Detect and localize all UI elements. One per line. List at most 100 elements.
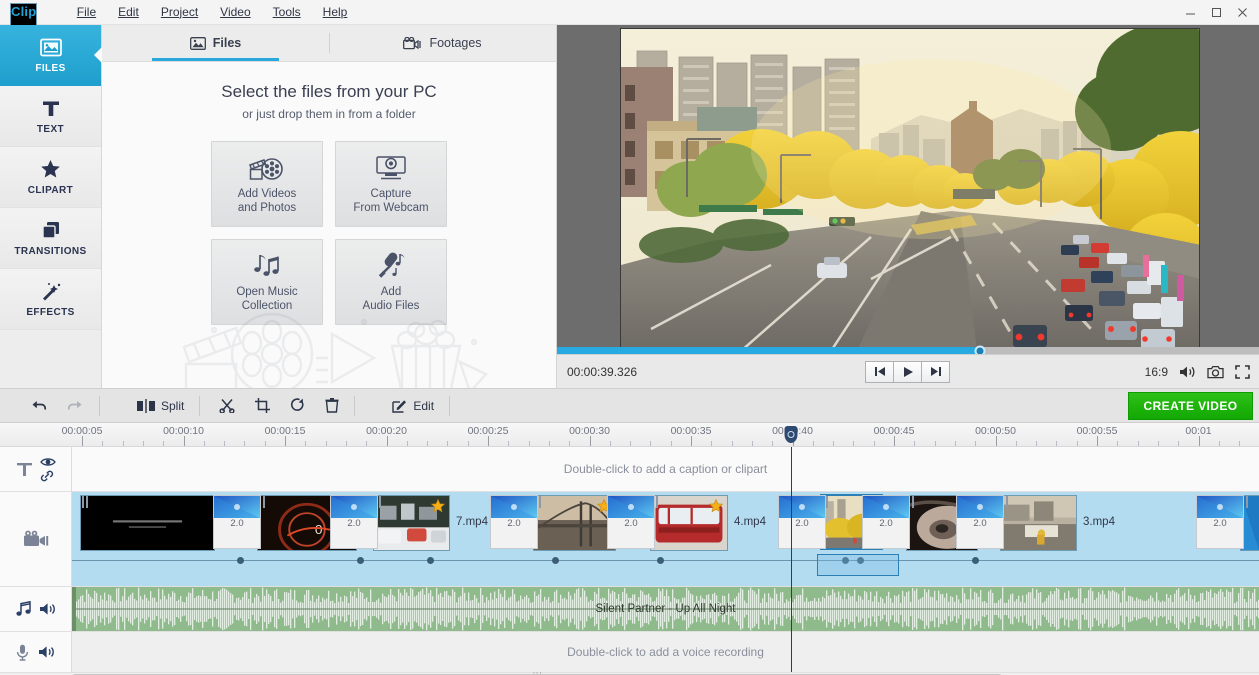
menu-video[interactable]: Video (211, 2, 259, 22)
caption-placeholder: Double-click to add a caption or clipart (563, 462, 768, 476)
files-headline: Select the files from your PC (221, 82, 437, 101)
text-t-icon (41, 97, 61, 119)
ruler-tick (488, 436, 489, 446)
toolbar-separator-3 (354, 395, 356, 416)
voice-track-body[interactable]: Double-click to add a voice recording (72, 632, 1259, 672)
add-videos-and-photos-button[interactable]: Add Videos and Photos (211, 141, 323, 227)
volume-keypoint[interactable] (357, 557, 364, 564)
undo-button[interactable] (22, 392, 55, 419)
video-clip[interactable] (650, 495, 728, 551)
volume-keypoint[interactable] (552, 557, 559, 564)
clip-volume-line[interactable] (72, 560, 1259, 561)
maximize-icon[interactable] (1203, 2, 1229, 24)
video-clip[interactable] (533, 495, 616, 551)
music-track-body[interactable]: Silent Partner - Up All Night (72, 587, 1259, 631)
track-text: Double-click to add a caption or clipart (0, 447, 1259, 492)
close-icon[interactable] (1229, 2, 1255, 24)
add-audio-files-button[interactable]: Add Audio Files (335, 239, 447, 325)
menu-file[interactable]: File (68, 2, 105, 22)
ruler-tick (1157, 441, 1159, 446)
preview-panel: 00:00:39.326 16:9 (557, 25, 1259, 388)
timeline: 00:00:05 00:00:10 00:00:15 00:00:20 00:00:25… (0, 423, 1259, 675)
capture-from-webcam-button[interactable]: Capture From Webcam (335, 141, 447, 227)
ruler-tick (995, 436, 997, 446)
selected-clip-range[interactable] (817, 554, 899, 576)
link-icon[interactable] (40, 470, 56, 482)
ruler-tick (670, 441, 672, 446)
sidebar-item-clipart[interactable]: CLIPART (0, 147, 101, 208)
split-label: Split (161, 398, 185, 413)
create-video-button[interactable]: CREATE VIDEO (1128, 392, 1253, 420)
volume-keypoint[interactable] (427, 557, 434, 564)
volume-keypoint[interactable] (657, 557, 664, 564)
time-ruler[interactable]: 00:00:05 00:00:10 00:00:15 00:00:20 00:00:25… (0, 423, 1259, 447)
menu-help[interactable]: Help (314, 2, 357, 22)
video-track-body[interactable]: 0 7.mp4 4.mp4 3.mp4 2.0 2.0 2.0 2.0 2.0 2.0 2.0 2.0 (72, 492, 1259, 586)
sidebar-item-text[interactable]: TEXT (0, 86, 101, 147)
ruler-tick (691, 436, 692, 446)
preview-seek-bar[interactable] (557, 345, 1259, 356)
delete-button[interactable] (317, 392, 347, 419)
transition-marker[interactable]: 2.0 (490, 495, 538, 549)
sidebar-filler (0, 330, 101, 388)
microphone-icon (374, 251, 408, 279)
clip-filename: 3.mp4 (1083, 516, 1115, 528)
menu-edit[interactable]: Edit (109, 2, 148, 22)
transition-marker[interactable]: 2.0 (213, 495, 261, 549)
fullscreen-icon[interactable] (1235, 364, 1250, 379)
ruler-tick (508, 441, 510, 446)
eye-icon[interactable] (39, 457, 56, 467)
app-logo: Clipify (10, 3, 38, 59)
transition-marker[interactable]: 2.0 (956, 495, 1004, 549)
video-clip[interactable] (80, 495, 215, 551)
transition-duration: 2.0 (230, 518, 244, 529)
edit-button[interactable]: Edit (384, 392, 442, 419)
ruler-tick (1036, 441, 1038, 446)
transition-marker[interactable]: 2.0 (778, 495, 826, 549)
volume-icon[interactable] (1179, 365, 1196, 379)
speaker-icon[interactable] (39, 602, 56, 616)
video-clip[interactable] (1000, 495, 1077, 551)
minimize-icon[interactable] (1177, 2, 1203, 24)
transition-marker[interactable]: 2.0 (330, 495, 378, 549)
aspect-ratio-label[interactable]: 16:9 (1145, 365, 1168, 379)
transition-marker[interactable]: 2.0 (862, 495, 910, 549)
transition-duration: 2.0 (347, 518, 361, 529)
ruler-tick (589, 436, 591, 446)
sidebar-label-transitions: TRANSITIONS (14, 246, 87, 257)
volume-keypoint[interactable] (972, 557, 979, 564)
tab-footages[interactable]: Footages (329, 25, 556, 61)
window-controls (1177, 0, 1255, 25)
speaker-icon[interactable] (38, 645, 55, 659)
redo-button[interactable] (59, 392, 92, 419)
rotate-button[interactable] (282, 392, 313, 419)
favorite-star-icon[interactable] (709, 499, 723, 513)
playhead-handle[interactable] (784, 426, 797, 443)
split-button[interactable]: Split (129, 392, 192, 419)
text-track-body[interactable]: Double-click to add a caption or clipart (72, 447, 1259, 491)
volume-keypoint[interactable] (237, 557, 244, 564)
snapshot-camera-icon[interactable] (1207, 365, 1224, 379)
sidebar-item-transitions[interactable]: TRANSITIONS (0, 208, 101, 269)
sidebar-item-files[interactable]: FILES (0, 25, 101, 86)
transition-marker[interactable]: 2.0 (1196, 495, 1244, 549)
previous-frame-button[interactable] (865, 360, 894, 383)
menu-tools[interactable]: Tools (264, 2, 310, 22)
next-frame-button[interactable] (921, 360, 950, 383)
ruler-tick (1097, 436, 1098, 446)
sidebar-item-effects[interactable]: EFFECTS (0, 269, 101, 330)
image-icon (39, 36, 62, 58)
tile-label-add-audio: Add Audio Files (362, 286, 420, 312)
favorite-star-icon[interactable] (431, 499, 445, 513)
clip-trim-handle[interactable] (81, 496, 89, 508)
open-music-collection-button[interactable]: Open Music Collection (211, 239, 323, 325)
play-button[interactable] (893, 360, 922, 383)
menu-project[interactable]: Project (152, 2, 207, 22)
tab-files[interactable]: Files (102, 25, 329, 61)
cut-button[interactable] (211, 392, 243, 419)
crop-button[interactable] (247, 392, 278, 419)
transition-marker[interactable]: 2.0 (607, 495, 655, 549)
panel-tabs: Files Footages (102, 25, 556, 62)
music-notes-icon (251, 251, 283, 279)
video-clip[interactable] (373, 495, 450, 551)
